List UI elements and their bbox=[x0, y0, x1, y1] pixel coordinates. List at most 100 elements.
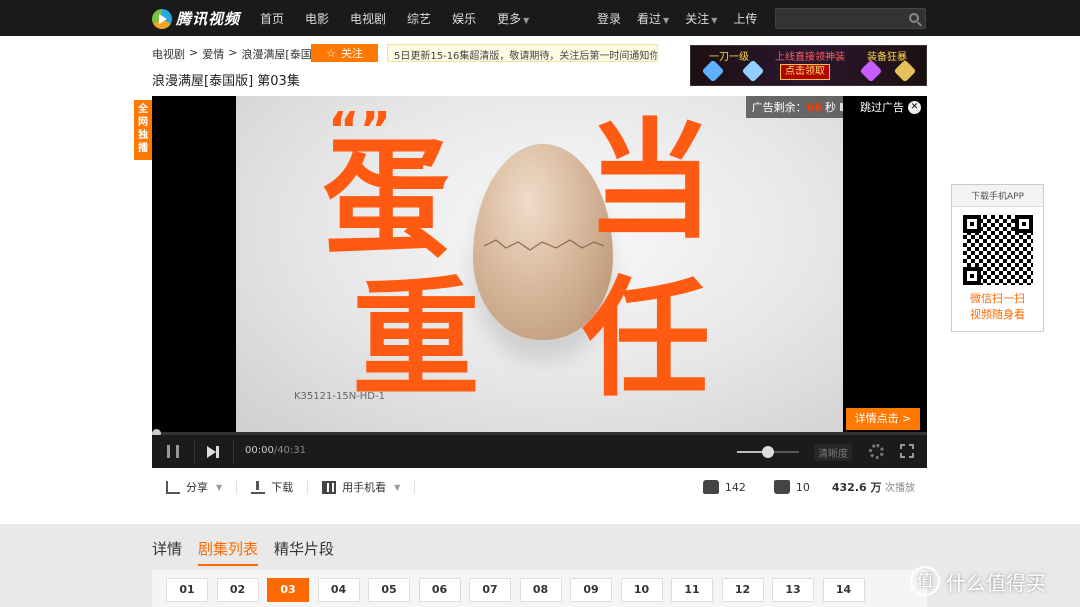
ad-claim-button[interactable]: 点击领取 bbox=[780, 64, 830, 80]
tab-episode-list[interactable]: 剧集列表 bbox=[198, 538, 259, 566]
logo-play-icon bbox=[152, 8, 172, 29]
app-download-panel[interactable]: 下载手机APP 微信扫一扫 视频随身看 bbox=[951, 184, 1044, 332]
episode-button[interactable]: 07 bbox=[469, 578, 511, 602]
episode-button[interactable]: 09 bbox=[570, 578, 612, 602]
content-tabs: 详情 剧集列表 精华片段 bbox=[152, 538, 334, 566]
chevron-down-icon: ▼ bbox=[394, 482, 401, 492]
tab-details[interactable]: 详情 bbox=[152, 538, 182, 566]
like-count: 142 bbox=[724, 480, 746, 494]
video-frame[interactable]: “” 蛋 当 重 任 K35121-15N-HD-1 bbox=[236, 96, 843, 432]
speaker-icon[interactable] bbox=[840, 103, 848, 111]
nav-item-movie[interactable]: 电影 bbox=[305, 10, 329, 27]
episode-button[interactable]: 06 bbox=[418, 578, 461, 602]
control-divider bbox=[194, 439, 195, 464]
episode-button[interactable]: 05 bbox=[368, 578, 410, 602]
watermark-text: 什么值得买 bbox=[946, 570, 1046, 595]
watch-on-mobile-button[interactable]: 用手机看 ▼ bbox=[308, 479, 414, 495]
ad-text-2: 上线直接领神装 bbox=[775, 52, 845, 63]
nav-more-label: 更多 bbox=[497, 11, 522, 26]
qr-caption-line-2: 视频随身看 bbox=[970, 308, 1025, 321]
qr-code-icon bbox=[322, 480, 337, 494]
login-link[interactable]: 登录 bbox=[597, 10, 621, 27]
time-current: 00:00 bbox=[245, 445, 274, 456]
chevron-down-icon: ▼ bbox=[711, 15, 718, 25]
episode-button[interactable]: 04 bbox=[317, 578, 360, 602]
share-button[interactable]: 分享 ▼ bbox=[152, 479, 236, 495]
qr-code-image bbox=[963, 215, 1033, 285]
like-button[interactable]: 142 bbox=[689, 480, 760, 494]
ad-detail-button[interactable]: 详情点击 > bbox=[846, 408, 920, 430]
chevron-down-icon: ▼ bbox=[216, 482, 223, 492]
chevron-down-icon: ▼ bbox=[523, 15, 530, 25]
share-icon bbox=[166, 480, 180, 494]
episode-button[interactable]: 01 bbox=[166, 578, 208, 602]
upload-link[interactable]: 上传 bbox=[733, 10, 757, 27]
follow-button-label: 关注 bbox=[340, 47, 363, 60]
chevron-down-icon: ▼ bbox=[663, 15, 670, 25]
breadcrumb-separator: > bbox=[189, 46, 199, 59]
nav-item-entertainment[interactable]: 娱乐 bbox=[452, 10, 476, 27]
episode-button[interactable]: 02 bbox=[216, 578, 259, 602]
history-label: 看过 bbox=[637, 11, 662, 26]
thumbs-up-icon bbox=[702, 480, 719, 494]
search-icon[interactable] bbox=[909, 13, 919, 23]
gear-icon[interactable] bbox=[869, 444, 884, 459]
site-watermark: 值 什么值得买 bbox=[910, 566, 1046, 596]
breadcrumb: 电视剧 > 爱情 > 浪漫满屋[泰国版] bbox=[152, 46, 327, 62]
quality-button[interactable]: 清晰度 bbox=[814, 444, 852, 461]
nav-item-variety[interactable]: 综艺 bbox=[407, 10, 431, 27]
game-ad-banner[interactable]: 一刀一级 上线直接领神装 装备狂暴 点击领取 bbox=[690, 45, 927, 86]
episode-button[interactable]: 13 bbox=[772, 578, 814, 602]
page-title: 浪漫满屋[泰国版] 第03集 bbox=[152, 74, 300, 89]
video-player[interactable]: “” 蛋 当 重 任 K35121-15N-HD-1 广告剩余： 66 秒 跳过… bbox=[152, 96, 927, 468]
qr-finder bbox=[963, 215, 981, 233]
site-logo[interactable]: 腾讯视频 bbox=[152, 8, 240, 29]
tab-highlights[interactable]: 精华片段 bbox=[274, 538, 334, 566]
view-count-value: 432.6 万 bbox=[831, 481, 882, 494]
watermark-logo-icon: 值 bbox=[910, 566, 940, 596]
ad-gem-icon bbox=[859, 59, 883, 83]
ad-remain-label: 广告剩余： bbox=[751, 101, 807, 114]
volume-handle[interactable] bbox=[762, 446, 774, 458]
episode-button[interactable]: 11 bbox=[671, 578, 713, 602]
episode-button[interactable]: 08 bbox=[519, 578, 562, 602]
ad-char-4: 任 bbox=[582, 265, 711, 414]
follow-show-button[interactable]: ☆ 关注 bbox=[311, 44, 378, 62]
close-icon: ✕ bbox=[908, 100, 921, 114]
stats-group: 142 10 432.6 万 次播放 bbox=[689, 479, 927, 495]
top-navbar: 腾讯视频 首页 电影 电视剧 综艺 娱乐 更多 ▼ 登录 看过 ▼ 关注 ▼ 上传 bbox=[0, 0, 1080, 36]
time-total: /40:31 bbox=[273, 445, 307, 456]
ad-gem-icon bbox=[741, 59, 765, 83]
notice-text: 5日更新15-16集超清版，敬请期待，关注后第一时间通知你 bbox=[394, 51, 658, 62]
breadcrumb-item-tv[interactable]: 电视剧 bbox=[152, 46, 185, 62]
ad-gem-icon bbox=[701, 59, 725, 83]
search-input[interactable] bbox=[775, 8, 926, 29]
action-bar: 分享 ▼ 下载 用手机看 ▼ 142 10 432.6 万 次播放 bbox=[152, 470, 927, 504]
fullscreen-icon[interactable] bbox=[899, 443, 915, 459]
pause-icon[interactable] bbox=[167, 445, 179, 458]
history-menu[interactable]: 看过 ▼ bbox=[637, 10, 669, 27]
skip-ad-button[interactable]: 跳过广告 ✕ bbox=[854, 96, 927, 118]
ad-remain-count: 66 bbox=[806, 100, 822, 114]
episode-button[interactable]: 10 bbox=[620, 578, 663, 602]
download-icon bbox=[251, 480, 266, 494]
breadcrumb-separator: > bbox=[228, 46, 238, 59]
follow-label: 关注 bbox=[685, 11, 710, 26]
episode-button[interactable]: 12 bbox=[721, 578, 764, 602]
episode-button[interactable]: 14 bbox=[822, 578, 865, 602]
video-watermark: K35121-15N-HD-1 bbox=[294, 391, 385, 402]
nav-item-more[interactable]: 更多 ▼ bbox=[497, 10, 529, 27]
qr-panel-title: 下载手机APP bbox=[952, 185, 1043, 207]
view-count: 432.6 万 次播放 bbox=[824, 479, 927, 495]
next-episode-icon[interactable] bbox=[207, 446, 219, 458]
episode-button[interactable]: 03 bbox=[267, 578, 309, 602]
nav-item-tv[interactable]: 电视剧 bbox=[350, 10, 386, 27]
breadcrumb-item-romance[interactable]: 爱情 bbox=[202, 46, 224, 62]
nav-item-home[interactable]: 首页 bbox=[260, 10, 284, 27]
follow-menu[interactable]: 关注 ▼ bbox=[685, 10, 717, 27]
dislike-count: 10 bbox=[795, 480, 810, 494]
logo-text: 腾讯视频 bbox=[176, 10, 241, 28]
exclusive-ribbon: 全网独播 bbox=[134, 100, 152, 160]
download-button[interactable]: 下载 bbox=[237, 479, 307, 495]
dislike-button[interactable]: 10 bbox=[760, 480, 824, 494]
